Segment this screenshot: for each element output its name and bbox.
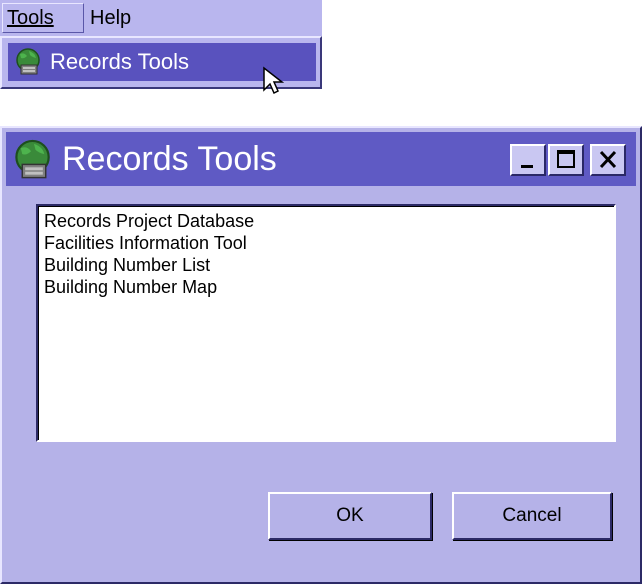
menu-help[interactable]: Help [86, 3, 148, 33]
dialog-titlebar[interactable]: Records Tools [6, 132, 636, 186]
tools-listbox[interactable]: Records Project Database Facilities Info… [36, 204, 616, 442]
close-button[interactable] [590, 144, 626, 176]
records-tools-dialog: Records Tools Records Project Database F… [0, 126, 642, 584]
close-icon [599, 150, 617, 169]
globe-icon [16, 48, 40, 75]
minimize-icon [521, 165, 533, 168]
cancel-button[interactable]: Cancel [452, 492, 612, 540]
list-item[interactable]: Building Number Map [44, 276, 614, 298]
mouse-pointer-icon [263, 66, 285, 95]
ok-button[interactable]: OK [268, 492, 432, 540]
menu-tools[interactable]: Tools [2, 3, 84, 33]
minimize-button[interactable] [510, 144, 546, 176]
maximize-icon [557, 150, 575, 168]
list-item[interactable]: Records Project Database [44, 210, 614, 232]
menu-tools-label: Tools [7, 7, 54, 29]
globe-icon [15, 139, 50, 179]
list-item[interactable]: Building Number List [44, 254, 614, 276]
list-item[interactable]: Facilities Information Tool [44, 232, 614, 254]
menu-help-label: Help [90, 7, 132, 29]
menu-bar: Tools Help [0, 0, 322, 36]
menu-item-records-tools-label: Records Tools [50, 49, 189, 74]
maximize-button[interactable] [548, 144, 584, 176]
dialog-title: Records Tools [62, 140, 277, 178]
